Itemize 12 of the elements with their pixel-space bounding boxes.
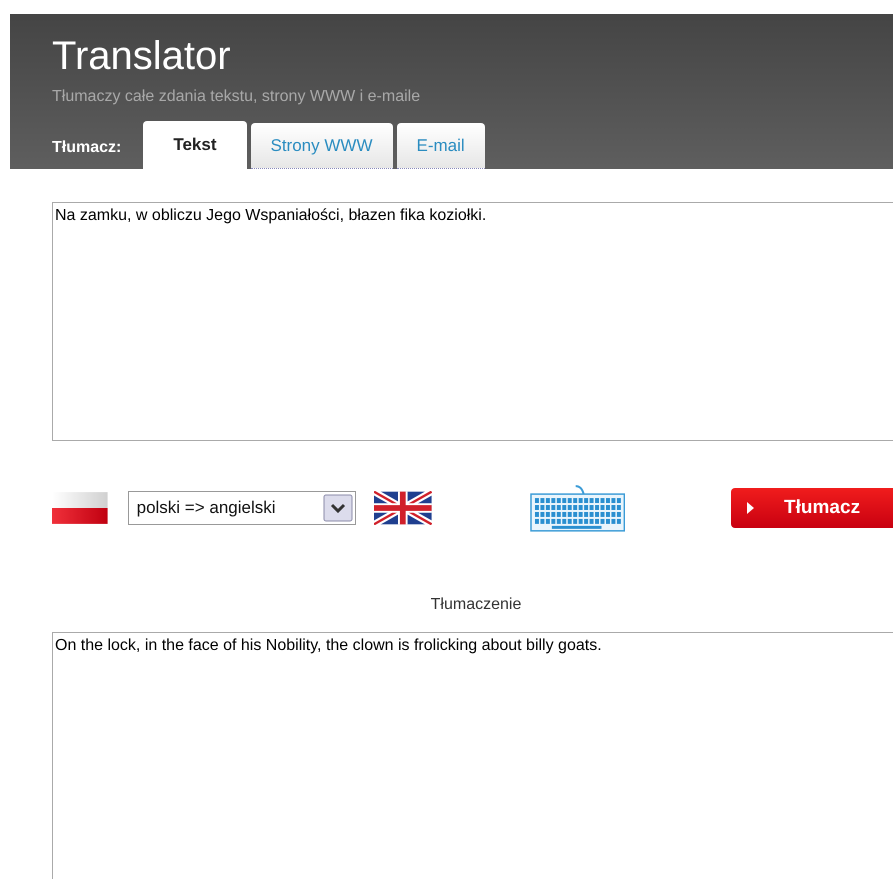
tabs-label: Tłumacz:: [52, 139, 122, 158]
app-title: Translator: [52, 34, 232, 78]
result-heading: Tłumaczenie: [430, 596, 522, 614]
translate-button[interactable]: Tłumacz: [731, 488, 893, 528]
app-subtitle: Tłumaczy całe zdania tekstu, strony WWW i e-maile: [52, 88, 422, 106]
tab[interactable]: Tekst: [143, 121, 246, 169]
polish-flag-icon: [52, 492, 108, 524]
language-select[interactable]: polski => angielski: [128, 491, 356, 525]
translation-output-field[interactable]: On the lock, in the face of his Nobility, the clown is frolicking about billy goats.: [52, 632, 893, 879]
source-text-field[interactable]: Na zamku, w obliczu Jego Wspaniałości, błazen fika koziołki.: [52, 202, 893, 441]
keyboard-icon[interactable]: [530, 484, 626, 532]
uk-flag-icon: [374, 491, 432, 525]
